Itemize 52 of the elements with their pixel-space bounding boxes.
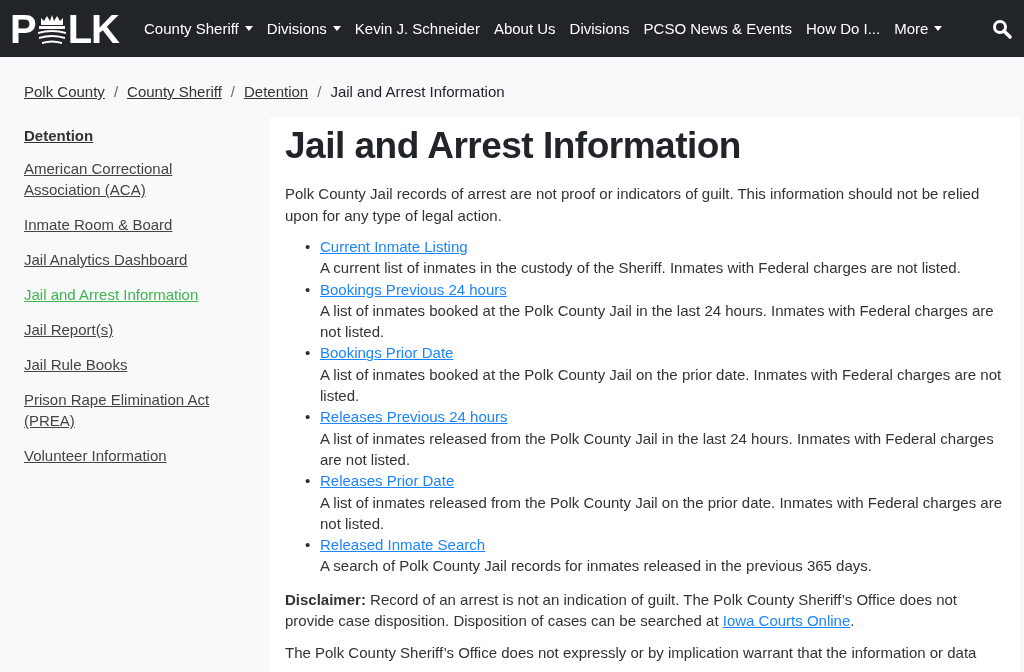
sidebar-link[interactable]: American Correctional Association (ACA): [24, 158, 246, 200]
nav-link[interactable]: Divisions: [259, 20, 348, 37]
nav-link[interactable]: About Us: [486, 20, 563, 37]
nav-link[interactable]: County Sheriff: [137, 20, 260, 37]
resource-link[interactable]: Releases Prior Date: [320, 472, 455, 490]
caret-icon: [244, 26, 253, 31]
breadcrumb-link[interactable]: Detention: [244, 83, 309, 100]
nav-link[interactable]: More: [887, 20, 950, 37]
breadcrumb-link[interactable]: County Sheriff: [127, 83, 222, 100]
resource-link[interactable]: Bookings Previous 24 hours: [320, 280, 507, 298]
sidebar-link[interactable]: Jail Analytics Dashboard: [24, 249, 246, 270]
disclaimer-paragraph: Disclaimer: Record of an arrest is not an indication of guilt. The Polk County Sheriff’s Office does not provide case disposition. Disposition of cases can be searched at Iowa Courts Online.: [285, 589, 959, 632]
logo-letter: P: [10, 8, 36, 49]
link-description: A current list of inmates in the custody of the Sheriff. Inmates with Federal charges are not listed.: [320, 258, 962, 279]
courts-link[interactable]: Iowa Courts Online: [722, 612, 851, 630]
resource-link[interactable]: Releases Previous 24 hours: [320, 408, 508, 426]
nav-link[interactable]: Kevin J. Schneider: [347, 20, 487, 37]
caret-icon: [332, 26, 341, 31]
sidebar-link[interactable]: Jail Rule Books: [24, 354, 246, 375]
link-description: A search of Polk County Jail records for inmates released in the previous 365 days.: [320, 556, 873, 577]
resource-link[interactable]: Bookings Prior Date: [320, 344, 454, 362]
link-description: A list of inmates booked at the Polk County Jail on the prior date. Inmates with Federal charges are not listed.: [320, 364, 1003, 407]
sidebar-link[interactable]: Volunteer Information: [24, 445, 246, 466]
bullet: •: [305, 279, 312, 300]
resource-link[interactable]: Released Inmate Search: [320, 536, 486, 554]
link-description: A list of inmates booked at the Polk County Jail in the last 24 hours. Inmates with Federal charges are not listed.: [320, 300, 995, 343]
breadcrumb-separator: /: [113, 83, 119, 100]
breadcrumb-link[interactable]: Polk County: [24, 83, 105, 100]
logo-letters: LK: [67, 8, 119, 49]
bullet: •: [305, 237, 312, 257]
warranty-paragraph: The Polk County Sheriff’s Office does not expressly or by implication warrant that the information or data: [285, 642, 978, 663]
intro-paragraph: Polk County Jail records of arrest are not proof or indicators of guilt. This information should not be relied upon for any type of legal action.: [285, 184, 981, 226]
bullet: •: [305, 535, 312, 556]
sidebar-link[interactable]: Inmate Room & Board: [24, 214, 246, 235]
resource-link[interactable]: Current Inmate Listing: [320, 238, 468, 255]
breadcrumb-separator: /: [317, 83, 322, 100]
breadcrumb-current: Jail and Arrest Information: [330, 83, 505, 100]
sidebar-heading[interactable]: Detention: [24, 127, 246, 144]
nav-link[interactable]: PCSO News & Events: [636, 20, 799, 37]
breadcrumb-separator: /: [230, 83, 235, 100]
sidebar-link[interactable]: Jail Report(s): [24, 319, 246, 340]
caret-icon: [934, 26, 943, 31]
sidebar-link[interactable]: Prison Rape Elimination Act (PREA): [24, 389, 246, 431]
page-title: Jail and Arrest Information: [285, 125, 742, 167]
link-description: A list of inmates released from the Polk County Jail in the last 24 hours. Inmates with Federal charges are not listed.: [320, 428, 995, 470]
nav-link[interactable]: Divisions: [562, 20, 637, 37]
bullet: •: [305, 343, 312, 364]
bullet: •: [305, 471, 312, 492]
search-button[interactable]: [992, 18, 1012, 39]
link-description: A list of inmates released from the Polk County Jail on the prior date. Inmates with Federal charges are not listed.: [320, 492, 1003, 534]
bullet: •: [305, 407, 312, 428]
nav-link[interactable]: How Do I...: [799, 20, 888, 37]
